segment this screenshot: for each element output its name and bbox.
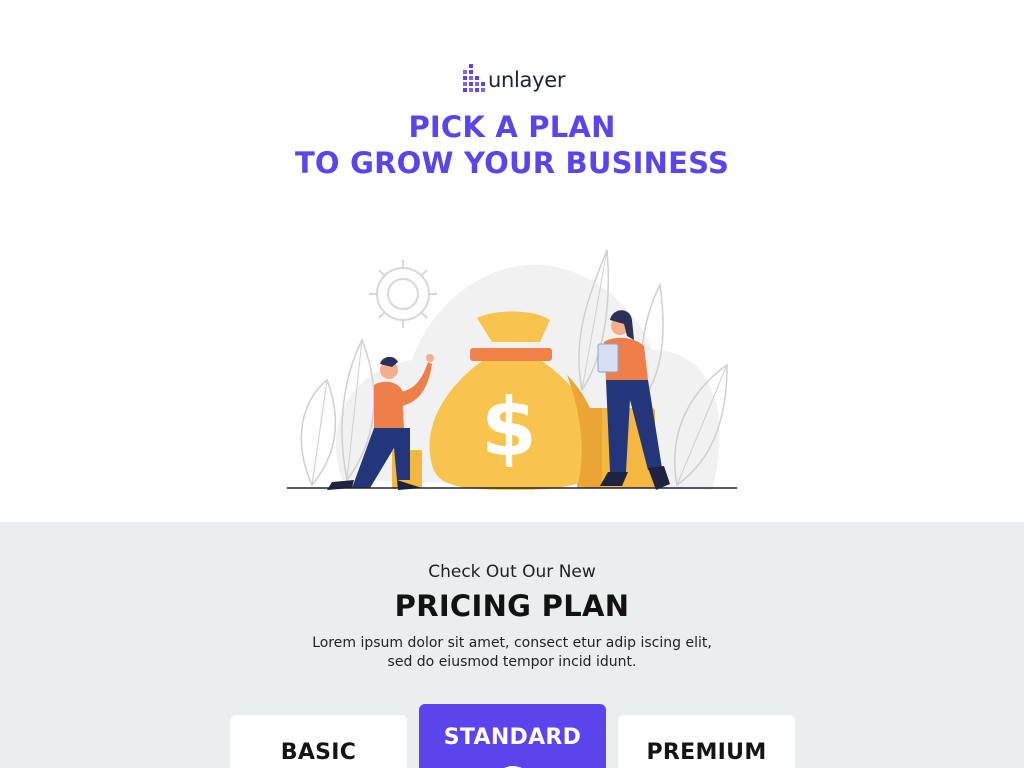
money-bag-business-illustration: $	[287, 249, 737, 490]
pixel-grid-logo-icon	[463, 63, 485, 92]
hero-headline-line1: PICK A PLAN	[408, 110, 616, 144]
email-template-page: unlayer PICK A PLAN TO GROW YOUR BUSINES…	[0, 0, 1024, 768]
pricing-section: Check Out Our New PRICING PLAN Lorem ips…	[0, 522, 1024, 768]
plan-card-standard[interactable]: STANDARD	[419, 704, 606, 768]
plan-name-premium: PREMIUM	[646, 740, 767, 765]
plan-name-standard: STANDARD	[443, 725, 582, 750]
plan-name-basic: BASIC	[280, 740, 357, 765]
pricing-description-line1: Lorem ipsum dolor sit amet, consect etur…	[312, 635, 712, 651]
hero-headline-line2: TO GROW YOUR BUSINESS	[294, 146, 730, 180]
plan-card-premium[interactable]: PREMIUM	[618, 715, 795, 768]
pricing-subtitle: Check Out Our New	[428, 562, 596, 582]
brand-logo[interactable]: unlayer	[463, 63, 566, 96]
hero-section: unlayer PICK A PLAN TO GROW YOUR BUSINES…	[0, 0, 1024, 522]
pricing-description: Lorem ipsum dolor sit amet, consect etur…	[0, 634, 1024, 672]
brand-name: unlayer	[488, 67, 566, 92]
svg-text:$: $	[481, 381, 537, 474]
pricing-title: PRICING PLAN	[394, 589, 630, 623]
plan-card-basic[interactable]: BASIC	[230, 715, 407, 768]
pricing-description-line2: sed do eiusmod tempor incid idunt.	[387, 654, 637, 670]
